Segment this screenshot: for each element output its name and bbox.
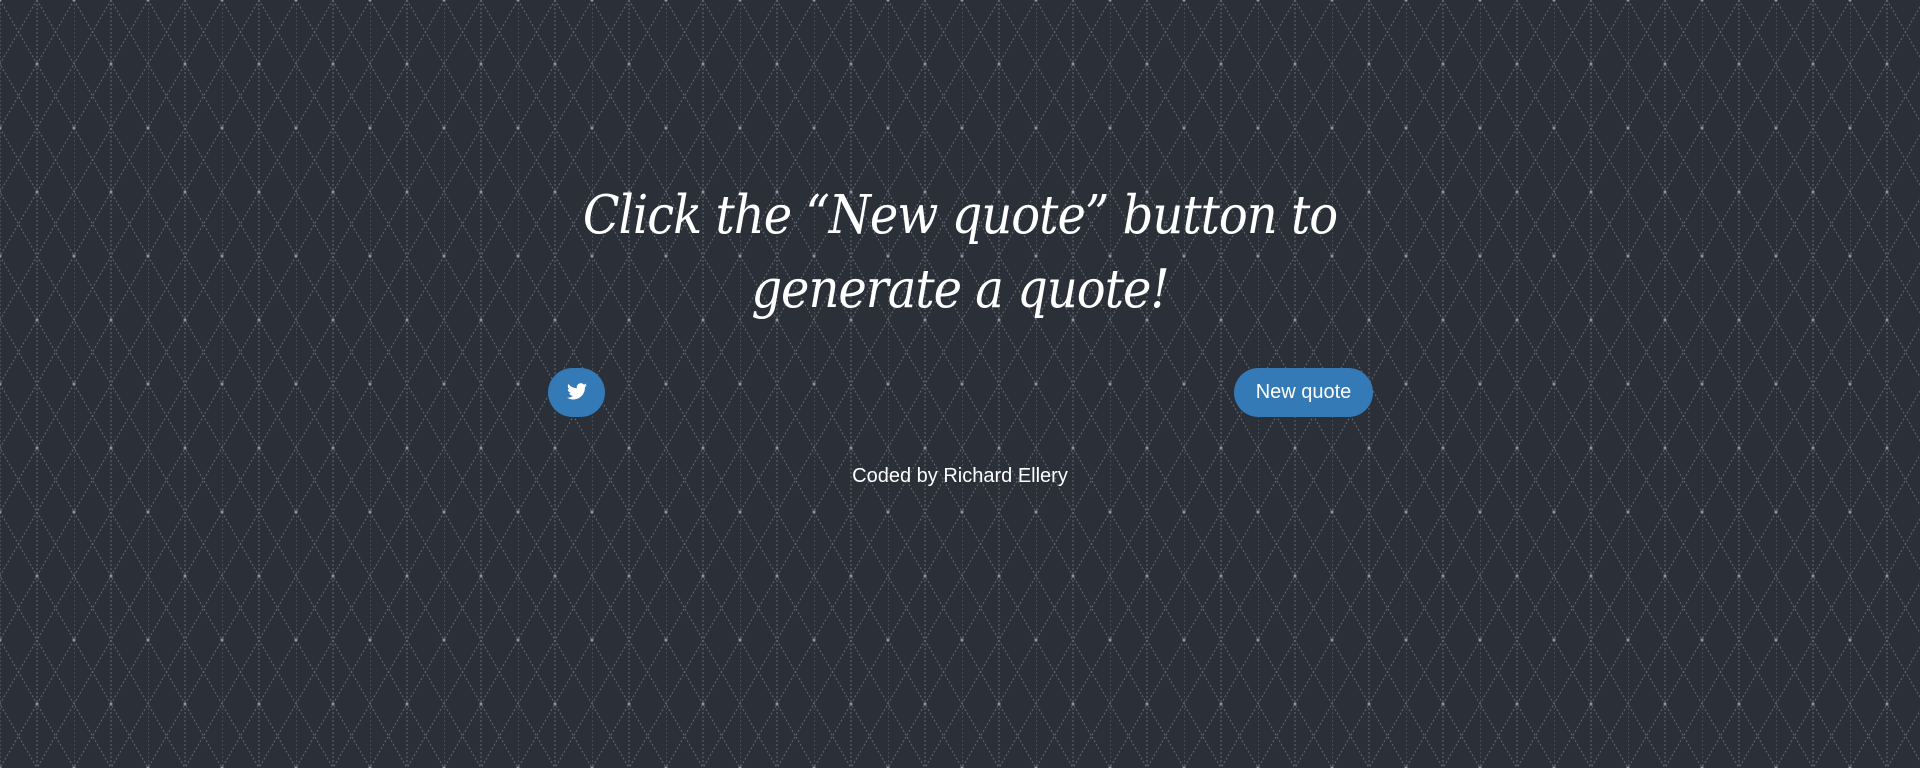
tweet-button[interactable]	[548, 368, 605, 417]
new-quote-button[interactable]: New quote	[1234, 368, 1373, 417]
twitter-icon	[566, 382, 587, 403]
background-pattern	[0, 0, 1920, 768]
quote-text: Click the “New quote” button to generate…	[582, 183, 1338, 321]
footer-credit: Coded by Richard Ellery	[852, 465, 1068, 487]
quote-box: Click the “New quote” button to generate…	[548, 178, 1372, 321]
